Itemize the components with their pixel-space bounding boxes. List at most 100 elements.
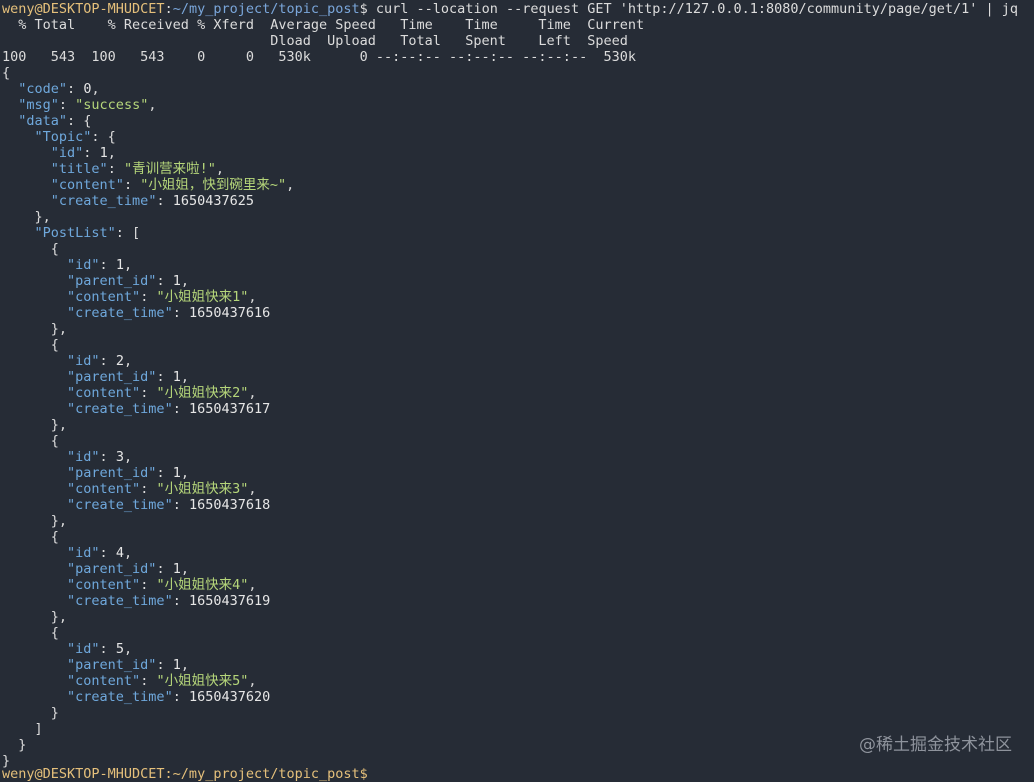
json-punct: :: [99, 545, 116, 561]
json-punct: ,: [123, 353, 133, 369]
json-punct: ,: [180, 657, 189, 673]
json-line: "content": "小姐姐快来1",: [2, 289, 1032, 305]
json-key: "create_time": [67, 401, 173, 417]
json-key: "msg": [18, 97, 59, 113]
json-punct: :: [58, 97, 76, 113]
json-punct: :: [140, 289, 157, 305]
json-punct: }: [50, 705, 59, 721]
json-line: "data": {: [2, 113, 1032, 129]
json-line: },: [2, 209, 1032, 225]
json-punct: :: [99, 449, 116, 465]
json-line: "create_time": 1650437619: [2, 593, 1032, 609]
json-punct: ,: [148, 97, 157, 113]
json-punct: :: [99, 641, 116, 657]
prompt-user-host: weny@DESKTOP-MHUDCET: [2, 1, 165, 17]
json-line: "id": 1,: [2, 257, 1032, 273]
command-text: curl --location --request GET 'http://12…: [367, 1, 1018, 17]
json-punct: ,: [123, 545, 133, 561]
json-number: 1650437620: [188, 689, 271, 705]
json-punct: ,: [248, 385, 257, 401]
json-punct: :: [123, 177, 141, 193]
json-punct: : {: [91, 129, 116, 145]
json-line: "id": 2,: [2, 353, 1032, 369]
json-line: {: [2, 529, 1032, 545]
json-string: "小姐姐，快到碗里来~": [140, 177, 287, 193]
json-punct: ,: [123, 449, 133, 465]
json-key: "content": [67, 673, 141, 689]
json-line: {: [2, 241, 1032, 257]
json-number: 2: [115, 353, 124, 369]
json-line: "content": "小姐姐快来5",: [2, 673, 1032, 689]
json-line: },: [2, 417, 1032, 433]
json-line: "parent_id": 1,: [2, 465, 1032, 481]
json-punct: ,: [180, 273, 189, 289]
json-key: "create_time": [67, 497, 173, 513]
json-key: "parent_id": [67, 465, 157, 481]
json-punct: :: [156, 193, 173, 209]
json-punct: ,: [180, 369, 189, 385]
terminal-output: weny@DESKTOP-MHUDCET: ~/my_project/topic_…: [2, 1, 1032, 769]
json-number: 5: [115, 641, 124, 657]
json-punct: },: [50, 513, 68, 529]
json-line: "id": 3,: [2, 449, 1032, 465]
json-punct: {: [50, 337, 59, 353]
json-line: "title": "青训营来啦!",: [2, 161, 1032, 177]
curl-progress-header-2: Dload Upload Total Spent Left Speed: [2, 33, 628, 49]
json-punct: ,: [123, 641, 133, 657]
json-punct: }: [18, 737, 27, 753]
json-punct: :: [140, 385, 157, 401]
json-number: 1650437619: [188, 593, 271, 609]
json-punct: :: [83, 145, 100, 161]
json-punct: :: [99, 257, 116, 273]
json-line: "id": 5,: [2, 641, 1032, 657]
json-string: "success": [75, 97, 149, 113]
watermark: @稀土掘金技术社区: [859, 735, 1012, 755]
json-punct: ,: [248, 577, 257, 593]
json-key: "parent_id": [67, 561, 157, 577]
json-punct: :: [156, 465, 173, 481]
json-key: "id": [50, 145, 84, 161]
json-key: "create_time": [67, 305, 173, 321]
json-key: "content": [67, 385, 141, 401]
json-line: "id": 4,: [2, 545, 1032, 561]
json-number: 1650437616: [188, 305, 271, 321]
json-line: "content": "小姐姐快来2",: [2, 385, 1032, 401]
json-punct: :: [140, 577, 157, 593]
json-number: 4: [115, 545, 124, 561]
json-line: },: [2, 513, 1032, 529]
json-number: 1: [99, 145, 108, 161]
json-line: "parent_id": 1,: [2, 273, 1032, 289]
json-key: "content": [50, 177, 124, 193]
json-punct: :: [172, 305, 189, 321]
json-punct: {: [50, 433, 59, 449]
json-key: "title": [50, 161, 108, 177]
json-punct: :: [156, 561, 173, 577]
json-punct: ,: [123, 257, 133, 273]
json-key: "content": [67, 577, 141, 593]
json-punct: :: [172, 593, 189, 609]
json-punct: ,: [91, 81, 100, 97]
json-punct: :: [156, 369, 173, 385]
next-prompt: weny@DESKTOP-MHUDCET:~/my_project/topic_…: [2, 766, 368, 782]
json-number: 1: [172, 561, 181, 577]
json-number: 1: [172, 465, 181, 481]
